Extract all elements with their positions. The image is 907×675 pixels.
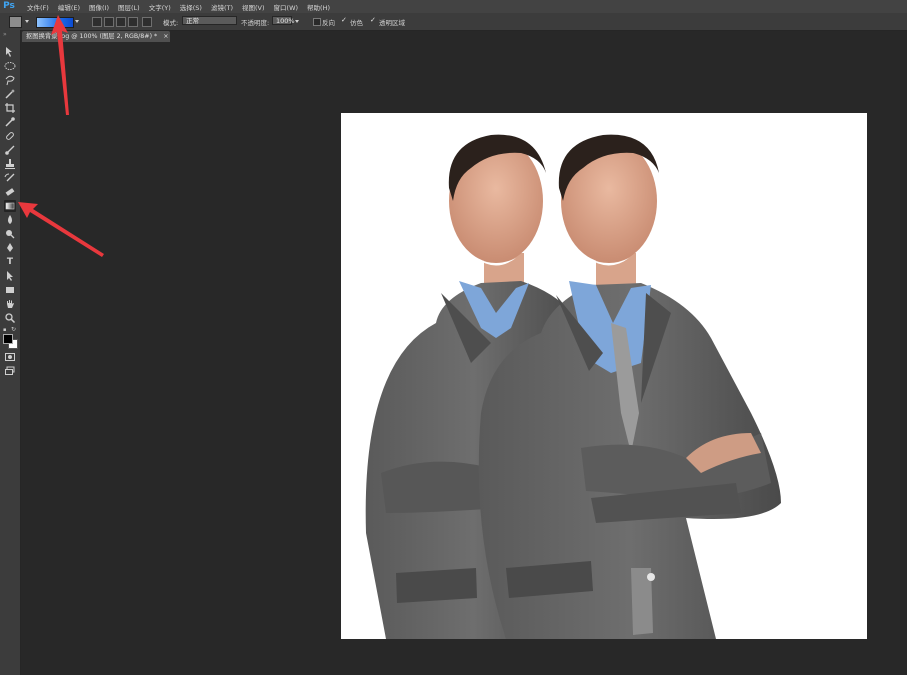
transparency-label: 透明区域 (379, 19, 405, 27)
angle-gradient-icon[interactable] (116, 17, 126, 27)
mode-select[interactable]: 正常 (182, 16, 237, 25)
clone-stamp-icon[interactable] (4, 158, 16, 170)
menu-image[interactable]: 图像(I) (89, 2, 109, 12)
close-icon[interactable]: × (163, 33, 168, 40)
menu-file[interactable]: 文件(F) (27, 2, 49, 12)
history-brush-icon[interactable] (4, 172, 16, 184)
quick-mask-icon[interactable] (4, 351, 16, 363)
menu-select[interactable]: 选择(S) (180, 2, 202, 12)
chevron-down-icon[interactable] (25, 20, 29, 23)
reflected-gradient-icon[interactable] (128, 17, 138, 27)
opacity-label: 不透明度: (241, 19, 270, 27)
brush-icon[interactable] (4, 144, 16, 156)
opacity-value: 100% (276, 17, 295, 25)
gradient-icon[interactable] (4, 200, 16, 212)
path-selection-icon[interactable] (4, 270, 16, 282)
mode-label: 模式: (163, 19, 179, 27)
reverse-checkbox[interactable] (313, 18, 321, 26)
document-title: 抠图换背景.jpg @ 100% (图层 2, RGB/8#) * (26, 33, 158, 40)
move-icon[interactable] (4, 46, 16, 58)
screen-mode-icon[interactable] (4, 365, 16, 377)
opacity-input[interactable]: 100% (272, 16, 295, 25)
annotation-arrow-left (18, 202, 104, 257)
radial-gradient-icon[interactable] (104, 17, 114, 27)
default-colors-icon[interactable]: ▪ (3, 327, 6, 333)
eraser-icon[interactable] (4, 186, 16, 198)
menu-type[interactable]: 文字(Y) (149, 2, 171, 12)
foreground-color-swatch[interactable] (3, 334, 13, 344)
canvas-photo (365, 134, 781, 639)
menu-help[interactable]: 帮助(H) (307, 2, 330, 12)
document-tab[interactable]: 抠图换背景.jpg @ 100% (图层 2, RGB/8#) * × (22, 31, 170, 42)
transparency-checkbox[interactable]: ✓ (370, 16, 378, 24)
tool-preset-picker[interactable] (9, 16, 22, 28)
eyedropper-icon[interactable] (4, 116, 16, 128)
dither-label: 仿色 (350, 19, 363, 27)
photoshop-logo: Ps (3, 1, 15, 11)
magic-wand-icon[interactable] (4, 88, 16, 100)
swap-colors-icon[interactable]: ↻ (11, 326, 16, 333)
menu-bar: Ps 文件(F) 编辑(E) 图像(I) 图层(L) 文字(Y) 选择(S) 滤… (0, 0, 907, 13)
chevron-down-icon[interactable] (75, 20, 79, 23)
document-canvas[interactable] (341, 113, 867, 639)
diamond-gradient-icon[interactable] (142, 17, 152, 27)
crop-icon[interactable] (4, 102, 16, 114)
menu-filter[interactable]: 滤镜(T) (211, 2, 233, 12)
healing-brush-icon[interactable] (4, 130, 16, 142)
dither-checkbox[interactable]: ✓ (341, 16, 349, 24)
menu-edit[interactable]: 编辑(E) (58, 2, 80, 12)
type-icon[interactable]: T (4, 256, 16, 268)
annotation-arrow-up (51, 15, 69, 115)
reverse-label: 反向 (322, 19, 335, 27)
lasso-icon[interactable] (4, 74, 16, 86)
mode-value: 正常 (186, 17, 199, 25)
hand-icon[interactable] (4, 298, 16, 310)
menu-window[interactable]: 窗口(W) (274, 2, 299, 12)
blur-icon[interactable] (4, 214, 16, 226)
zoom-icon[interactable] (4, 312, 16, 324)
tools-panel: » T ▪ ↻ (0, 30, 21, 675)
panel-collapse-icon[interactable]: » (3, 31, 7, 38)
chevron-down-icon[interactable] (295, 20, 299, 23)
menu-layer[interactable]: 图层(L) (118, 2, 140, 12)
linear-gradient-icon[interactable] (92, 17, 102, 27)
dodge-icon[interactable] (4, 228, 16, 240)
pen-icon[interactable] (4, 242, 16, 254)
rectangle-icon[interactable] (4, 284, 16, 296)
ellipse-marquee-icon[interactable] (4, 60, 16, 72)
options-bar: 模式: 正常 不透明度: 100% 反向 ✓ 仿色 ✓ 透明区域 (0, 13, 907, 31)
menu-view[interactable]: 视图(V) (242, 2, 265, 12)
